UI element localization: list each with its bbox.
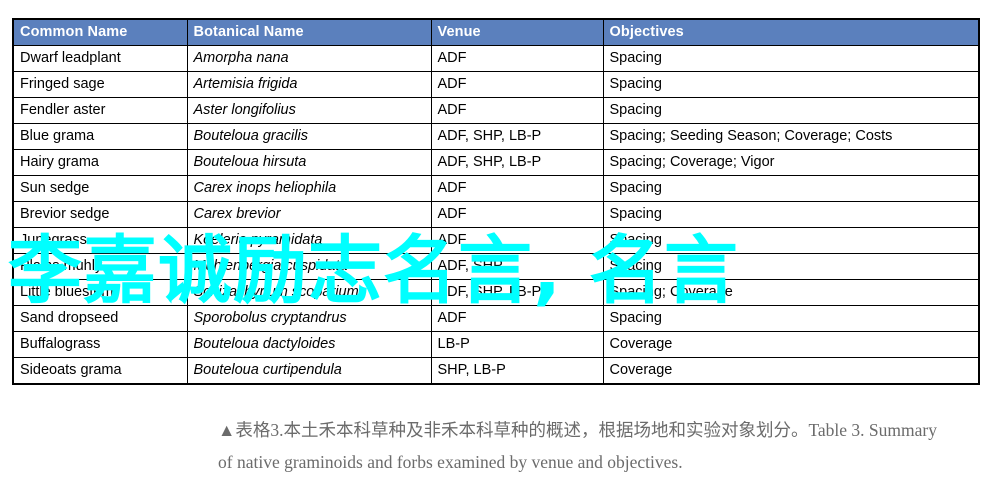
table-row: Buffalograss Bouteloua dactyloides LB-P Cov… <box>12 331 980 358</box>
table-row: Dwarf leadplant Amorpha nana ADF Spacing <box>12 45 980 72</box>
cell-venue: ADF <box>430 201 604 228</box>
cell-common-name: Dwarf leadplant <box>12 45 188 72</box>
cell-venue: ADF <box>430 175 604 202</box>
cell-botanical-name: Sporobolus cryptandrus <box>186 305 432 332</box>
cell-common-name: Fringed sage <box>12 71 188 98</box>
cell-botanical-name: Carex inops heliophila <box>186 175 432 202</box>
cell-objectives: Spacing; Coverage <box>602 279 980 306</box>
species-table: Common Name Botanical Name Venue Objecti… <box>12 18 980 385</box>
page-root: Common Name Botanical Name Venue Objecti… <box>0 0 1002 500</box>
cell-common-name: Little bluestem <box>12 279 188 306</box>
column-header-common-name: Common Name <box>12 18 188 46</box>
cell-common-name: Plains muhly <box>12 253 188 280</box>
column-header-botanical-name: Botanical Name <box>186 18 432 46</box>
cell-common-name: Brevior sedge <box>12 201 188 228</box>
cell-botanical-name: Bouteloua gracilis <box>186 123 432 150</box>
cell-venue: ADF, SHP <box>430 253 604 280</box>
cell-botanical-name: Bouteloua hirsuta <box>186 149 432 176</box>
table-row: Junegrass Koeleria pyramidata ADF Spacing <box>12 227 980 254</box>
cell-common-name: Sideoats grama <box>12 357 188 385</box>
cell-venue: LB-P <box>430 331 604 358</box>
cell-venue: ADF, SHP, LB-P <box>430 123 604 150</box>
cell-common-name: Junegrass <box>12 227 188 254</box>
cell-botanical-name: Muhlenbergia cuspidata <box>186 253 432 280</box>
cell-botanical-name: Carex brevior <box>186 201 432 228</box>
cell-venue: ADF, SHP, LB-P <box>430 149 604 176</box>
table-header: Common Name Botanical Name Venue Objecti… <box>12 18 980 46</box>
table-row: Fendler aster Aster longifolius ADF Spacing <box>12 97 980 124</box>
cell-objectives: Spacing <box>602 253 980 280</box>
cell-venue: ADF <box>430 227 604 254</box>
cell-botanical-name: Artemisia frigida <box>186 71 432 98</box>
cell-venue: ADF <box>430 71 604 98</box>
table-body: Dwarf leadplant Amorpha nana ADF Spacing Fri… <box>12 45 980 385</box>
table-row: Sand dropseed Sporobolus cryptandrus ADF Sp… <box>12 305 980 332</box>
cell-venue: ADF <box>430 305 604 332</box>
cell-botanical-name: Bouteloua dactyloides <box>186 331 432 358</box>
table-row: Brevior sedge Carex brevior ADF Spacing <box>12 201 980 228</box>
cell-venue: ADF <box>430 45 604 72</box>
cell-common-name: Fendler aster <box>12 97 188 124</box>
table-row: Fringed sage Artemisia frigida ADF Spacing <box>12 71 980 98</box>
cell-venue: ADF, SHP, LB-P <box>430 279 604 306</box>
column-header-venue: Venue <box>430 18 604 46</box>
cell-common-name: Blue grama <box>12 123 188 150</box>
caption-line-1: ▲表格3.本土禾本科草种及非禾本科草种的概述，根据场地和实验对象划分。Table… <box>218 420 937 440</box>
table-row: Plains muhly Muhlenbergia cuspidata ADF, S… <box>12 253 980 280</box>
table-header-row: Common Name Botanical Name Venue Objecti… <box>12 18 980 46</box>
table-caption: ▲表格3.本土禾本科草种及非禾本科草种的概述，根据场地和实验对象划分。Table… <box>218 414 978 478</box>
cell-objectives: Coverage <box>602 357 980 385</box>
cell-objectives: Spacing <box>602 97 980 124</box>
cell-venue: SHP, LB-P <box>430 357 604 385</box>
cell-objectives: Spacing <box>602 227 980 254</box>
cell-botanical-name: Aster longifolius <box>186 97 432 124</box>
cell-objectives: Spacing; Seeding Season; Coverage; Costs <box>602 123 980 150</box>
table-row: Little bluestem Schizachyrium scoparium AD… <box>12 279 980 306</box>
cell-objectives: Coverage <box>602 331 980 358</box>
cell-common-name: Hairy grama <box>12 149 188 176</box>
caption-line-2: of native graminoids and forbs examined … <box>218 452 683 472</box>
table-row: Sideoats grama Bouteloua curtipendula SHP,… <box>12 357 980 385</box>
cell-botanical-name: Amorpha nana <box>186 45 432 72</box>
cell-objectives: Spacing <box>602 45 980 72</box>
cell-objectives: Spacing <box>602 201 980 228</box>
cell-botanical-name: Schizachyrium scoparium <box>186 279 432 306</box>
cell-objectives: Spacing; Coverage; Vigor <box>602 149 980 176</box>
cell-objectives: Spacing <box>602 305 980 332</box>
cell-common-name: Sand dropseed <box>12 305 188 332</box>
cell-botanical-name: Koeleria pyramidata <box>186 227 432 254</box>
cell-venue: ADF <box>430 97 604 124</box>
cell-objectives: Spacing <box>602 71 980 98</box>
table-row: Sun sedge Carex inops heliophila ADF Spacin… <box>12 175 980 202</box>
table-row: Hairy grama Bouteloua hirsuta ADF, SHP, LB… <box>12 149 980 176</box>
table-row: Blue grama Bouteloua gracilis ADF, SHP, LB… <box>12 123 980 150</box>
cell-objectives: Spacing <box>602 175 980 202</box>
column-header-objectives: Objectives <box>602 18 980 46</box>
species-table-container: Common Name Botanical Name Venue Objecti… <box>12 18 980 385</box>
cell-common-name: Buffalograss <box>12 331 188 358</box>
cell-common-name: Sun sedge <box>12 175 188 202</box>
cell-botanical-name: Bouteloua curtipendula <box>186 357 432 385</box>
